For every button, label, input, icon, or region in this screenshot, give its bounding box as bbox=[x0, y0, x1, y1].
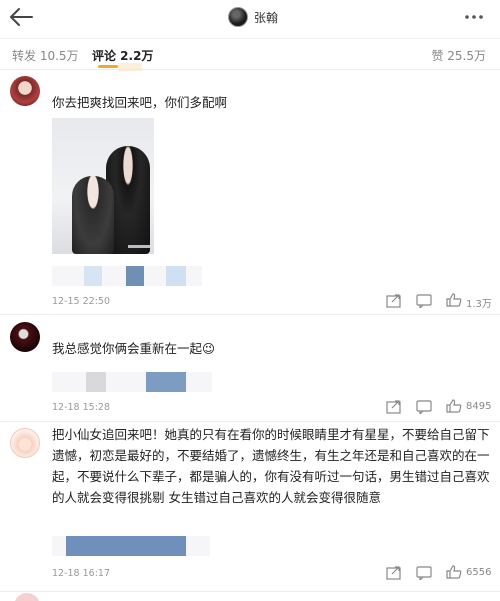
share-icon[interactable] bbox=[386, 294, 402, 308]
comment-item: 我总感觉你俩会重新在一起😉 12-18 15:28 8495 bbox=[0, 316, 500, 420]
avatar[interactable] bbox=[14, 593, 40, 601]
like-count: 8495 bbox=[466, 401, 492, 412]
like-count: 1.3万 bbox=[466, 299, 492, 310]
tab-forward[interactable]: 转发 10.5万 bbox=[12, 47, 79, 64]
blurred-reply bbox=[146, 372, 186, 392]
more-dots-icon[interactable] bbox=[464, 10, 484, 24]
arrow-left-icon[interactable] bbox=[8, 6, 34, 28]
divider bbox=[0, 591, 500, 592]
comment-text: 你去把爽找回来吧，你们多配啊 bbox=[52, 95, 228, 110]
share-icon[interactable] bbox=[386, 566, 402, 580]
avatar[interactable] bbox=[228, 7, 248, 27]
comment-time: 12-18 16:17 bbox=[52, 568, 111, 579]
avatar[interactable] bbox=[10, 428, 40, 458]
comment-time: 12-15 22:50 bbox=[52, 296, 111, 307]
thumbs-up-icon[interactable] bbox=[446, 565, 462, 579]
share-icon[interactable] bbox=[386, 400, 402, 414]
thumbs-up-icon[interactable] bbox=[446, 399, 462, 413]
avatar[interactable] bbox=[10, 76, 40, 106]
photo-figure bbox=[72, 176, 114, 254]
username[interactable]: 张翰 bbox=[254, 9, 278, 26]
divider bbox=[0, 314, 500, 315]
comment-icon[interactable] bbox=[416, 294, 432, 308]
stats-tabs: 转发 10.5万 评论 2.2万 赞 25.5万 bbox=[0, 38, 500, 71]
profile-header[interactable]: 张翰 bbox=[228, 6, 278, 28]
thumbs-up-icon[interactable] bbox=[446, 293, 462, 307]
comment-text: 我总感觉你俩会重新在一起😉 bbox=[52, 341, 216, 356]
image-watermark bbox=[128, 245, 150, 248]
top-bar: 张翰 bbox=[0, 0, 500, 36]
blurred-reply bbox=[166, 266, 186, 286]
comment-item: 把小仙女追回来吧！她真的只有在看你的时候眼睛里才有星星，不要给自己留下遗憾，初恋… bbox=[0, 422, 500, 592]
blurred-reply bbox=[66, 536, 186, 556]
comment-icon[interactable] bbox=[416, 566, 432, 580]
comment-image[interactable] bbox=[52, 118, 154, 254]
comment-text: 把小仙女追回来吧！她真的只有在看你的时候眼睛里才有星星，不要给自己留下遗憾，初恋… bbox=[52, 427, 490, 505]
tab-active-indicator bbox=[98, 65, 118, 68]
blurred-reply bbox=[84, 266, 102, 286]
avatar[interactable] bbox=[10, 322, 40, 352]
blurred-reply bbox=[126, 266, 144, 286]
tab-like[interactable]: 赞 25.5万 bbox=[431, 47, 486, 64]
like-count: 6556 bbox=[466, 567, 492, 578]
comment-icon[interactable] bbox=[416, 400, 432, 414]
blurred-reply bbox=[52, 372, 212, 392]
tab-comment[interactable]: 评论 2.2万 bbox=[92, 47, 153, 64]
blurred-reply bbox=[86, 372, 106, 392]
comment-item: 你去把爽找回来吧，你们多配啊 12-15 22:50 1.3万 bbox=[0, 70, 500, 314]
comment-time: 12-18 15:28 bbox=[52, 402, 111, 413]
